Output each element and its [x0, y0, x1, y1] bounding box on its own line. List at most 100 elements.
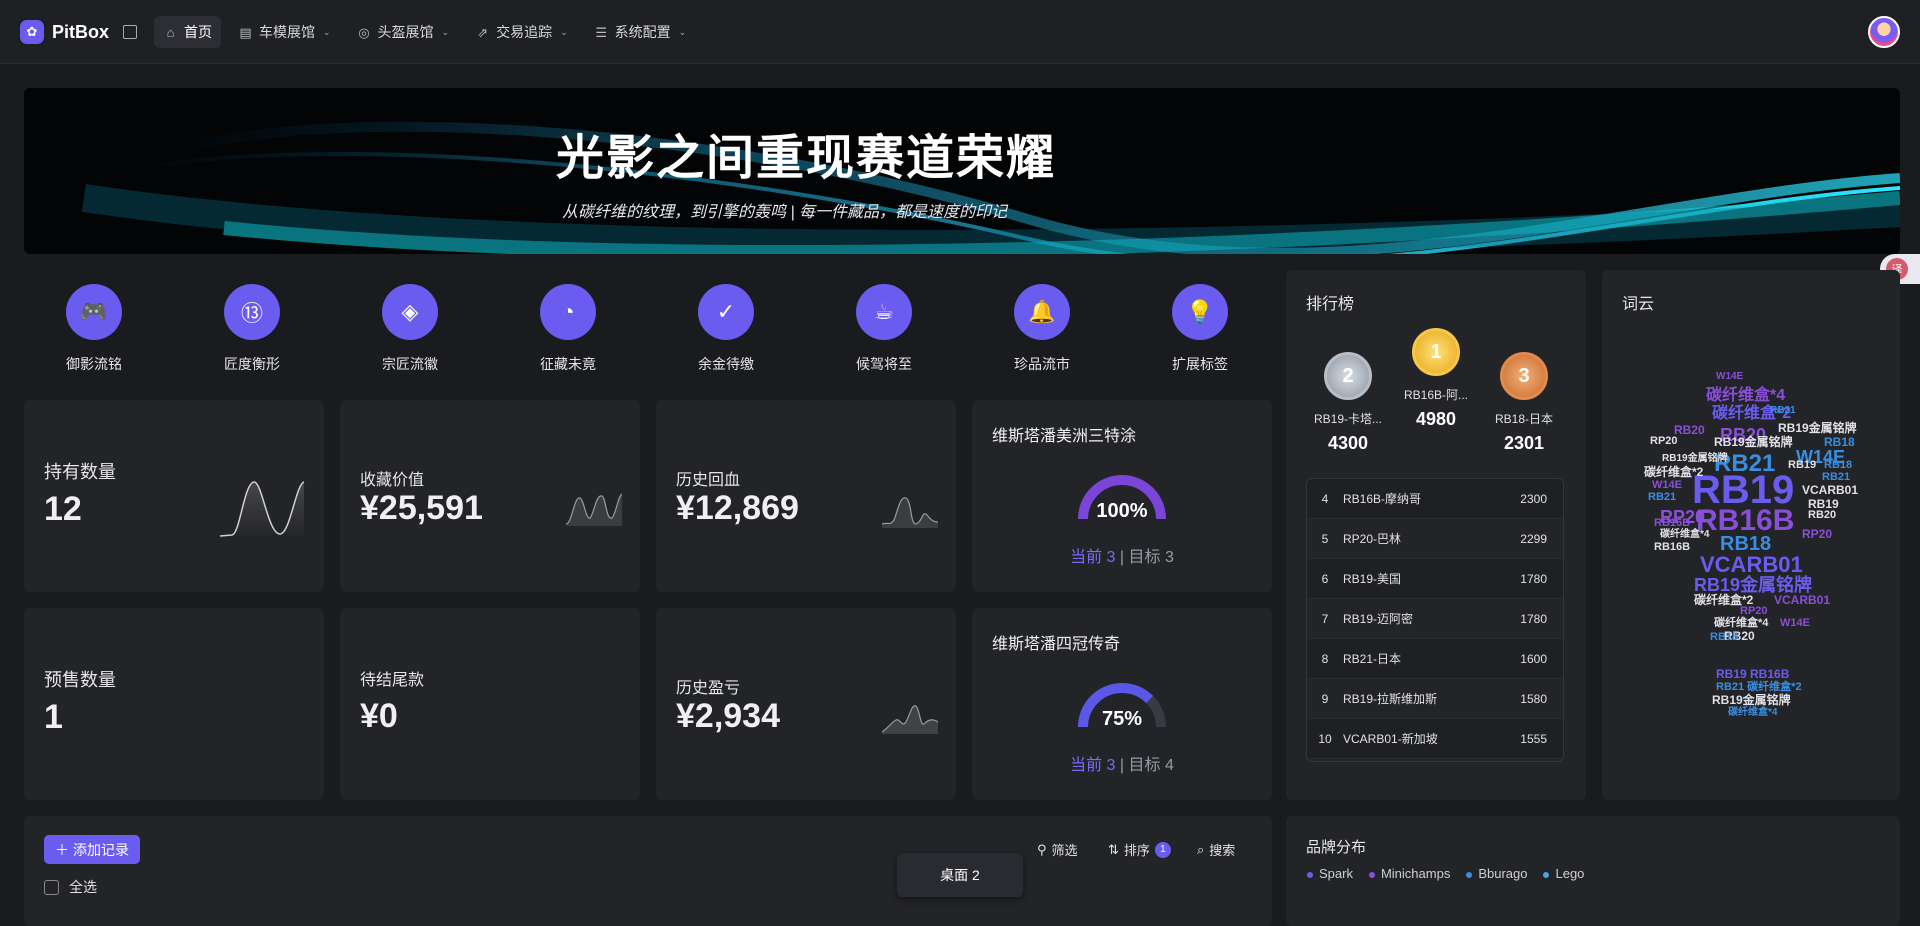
stat-value-card[interactable]: 收藏价值 ¥25,591 [340, 400, 640, 592]
legend-item[interactable]: Spark [1307, 866, 1353, 881]
podium-second[interactable]: 2 RB19-卡塔... 4300 [1300, 352, 1396, 454]
stat-holding-card[interactable]: 持有数量 12 [24, 400, 324, 592]
sparkline [220, 481, 305, 538]
podium-first[interactable]: 1 RB16B-阿... 4980 [1388, 328, 1484, 430]
quick-action-6[interactable]: 🔔 珍品流市 [982, 278, 1102, 374]
word[interactable]: W14E [1716, 372, 1743, 382]
word[interactable]: RP20 [1650, 436, 1678, 447]
word[interactable]: 碳纤维盒*4 [1728, 708, 1777, 718]
select-all-checkbox[interactable] [44, 879, 59, 895]
quick-action-0[interactable]: 🎮 御影流铭 [34, 278, 154, 374]
goal-current: 当前 3 [1070, 549, 1116, 566]
ranking-row[interactable]: 7 RB19-迈阿密 1780 [1307, 599, 1563, 639]
word[interactable]: RB16B [1654, 518, 1690, 529]
nav-item-helmet-gallery[interactable]: ◎ 头盔展馆 ⌄ [348, 16, 459, 48]
word[interactable]: RB18 [1824, 436, 1855, 448]
ranking-row[interactable]: 8 RB21-日本 1600 [1307, 639, 1563, 679]
word[interactable]: RB19金属铭牌 [1778, 422, 1857, 434]
ranking-row[interactable]: 9 RB19-拉斯维加斯 1580 [1307, 679, 1563, 719]
select-all[interactable]: 全选 [44, 877, 97, 897]
server-icon: ☰ [595, 24, 607, 40]
goal-sep: | [1119, 757, 1125, 774]
nav-item-car-gallery[interactable]: ▤ 车模展馆 ⌄ [229, 16, 340, 48]
legend-item[interactable]: Minichamps [1368, 866, 1450, 881]
chevron-down-icon: ⌄ [441, 26, 450, 37]
quick-action-2[interactable]: ◈ 宗匠流徽 [350, 278, 470, 374]
word[interactable]: RB19 [1788, 460, 1816, 471]
word[interactable]: 碳纤维盒*2 [1644, 466, 1703, 478]
word[interactable]: RB21 碳纤维盒*2 [1716, 682, 1802, 693]
word[interactable]: VCARB01 [1774, 594, 1830, 606]
filter-icon: ⚲ [1037, 841, 1047, 857]
ranking-row[interactable]: 4 RB16B-摩纳哥 2300 [1307, 479, 1563, 519]
app-name: PitBox [52, 21, 110, 42]
word[interactable]: RB18 [1824, 460, 1852, 471]
receipt-check-icon: ✓ [698, 284, 754, 340]
word[interactable]: VCARB01 [1802, 484, 1858, 496]
gold-medal-icon: 1 [1412, 328, 1460, 376]
logo-icon: ✿ [20, 20, 44, 44]
avatar[interactable] [1868, 16, 1900, 48]
word[interactable]: VCARB01 [1700, 554, 1803, 576]
legend-dot [1368, 871, 1375, 878]
quick-action-7[interactable]: 💡 扩展标签 [1140, 278, 1260, 374]
word[interactable]: RB18 [1720, 534, 1771, 554]
word[interactable]: RB19 RB16B [1716, 668, 1789, 680]
word[interactable]: RB16B [1696, 506, 1794, 536]
legend-item[interactable]: Lego [1543, 866, 1584, 881]
word[interactable]: RB19金属铭牌 [1662, 454, 1728, 464]
word[interactable]: 碳纤维盒*4 [1660, 530, 1709, 540]
word[interactable]: RB16B [1654, 542, 1690, 553]
stat-value: ¥25,591 [360, 489, 483, 527]
ranking-row[interactable]: 10 VCARB01-新加坡 1555 [1307, 719, 1563, 759]
stat-label: 历史盈亏 [676, 680, 741, 697]
ranking-row[interactable]: 5 RP20-巴林 2299 [1307, 519, 1563, 559]
tag-icon: ◈ [382, 284, 438, 340]
nav-item-system-config[interactable]: ☰ 系统配置 ⌄ [585, 16, 696, 48]
word[interactable]: 碳纤维盒*4 [1714, 618, 1768, 629]
word[interactable]: 碳纤维盒*4 [1706, 388, 1785, 404]
search-button[interactable]: ⌕ 搜索 [1197, 840, 1235, 859]
logo[interactable]: ✿ PitBox [20, 20, 138, 44]
wordcloud-title: 词云 [1622, 296, 1655, 313]
stat-recovered-card[interactable]: 历史回血 ¥12,869 [656, 400, 956, 592]
goal-card-four-titles[interactable]: 维斯塔潘四冠传奇 75% 当前 3 | 目标 4 [972, 608, 1272, 800]
globe-icon: ◎ [358, 24, 370, 40]
word[interactable]: RB19金属铭牌 [1714, 436, 1793, 448]
podium-third[interactable]: 3 RB18-日本 2301 [1476, 352, 1572, 454]
sort-button[interactable]: ⇅ 排序 1 [1108, 840, 1171, 859]
brand-legend: Spark Minichamps Bburago Lego [1307, 866, 1584, 881]
ranking-row[interactable]: 6 RB19-美国 1780 [1307, 559, 1563, 599]
add-record-button[interactable]: ＋添加记录 [44, 835, 140, 864]
word[interactable]: RB18 [1710, 632, 1738, 643]
quick-action-5[interactable]: ☕ 候驾将至 [824, 278, 944, 374]
word[interactable]: RB19金属铭牌 [1694, 576, 1812, 594]
edit-icon[interactable] [123, 25, 138, 39]
goal-target: 目标 4 [1128, 757, 1174, 774]
stat-pnl-card[interactable]: 历史盈亏 ¥2,934 [656, 608, 956, 800]
stat-presale-card[interactable]: 预售数量 1 [24, 608, 324, 800]
quick-action-1[interactable]: ⑬ 匠度衡形 [192, 278, 312, 374]
word[interactable]: RB20 [1808, 510, 1836, 521]
nav-item-home[interactable]: ⌂ 首页 [154, 16, 221, 48]
word[interactable]: RB19金属铭牌 [1712, 694, 1791, 706]
legend-item[interactable]: Bburago [1466, 866, 1527, 881]
quick-action-3[interactable]: ◔ 征藏未竟 [508, 278, 628, 374]
goal-card-americas[interactable]: 维斯塔潘美洲三特涂 100% 当前 3 | 目标 3 [972, 400, 1272, 592]
filter-button[interactable]: ⚲ 筛选 [1037, 840, 1078, 859]
word[interactable]: RP20 [1802, 528, 1832, 540]
word[interactable]: RB20 [1674, 424, 1705, 436]
sort-icon: ⇅ [1108, 841, 1119, 857]
word[interactable]: RB21 [1770, 406, 1796, 416]
word[interactable]: RB21 [1648, 492, 1676, 503]
word[interactable]: RB21 [1822, 472, 1850, 483]
quick-action-4[interactable]: ✓ 余金待缴 [666, 278, 786, 374]
word[interactable]: W14E [1652, 480, 1682, 491]
search-icon: ⌕ [1197, 841, 1205, 857]
nav-item-trade-tracking[interactable]: ⇗ 交易追踪 ⌄ [466, 16, 577, 48]
lightbulb-icon: 💡 [1172, 284, 1228, 340]
stat-label: 待结尾款 [360, 672, 425, 689]
stat-pending-card[interactable]: 待结尾款 ¥0 [340, 608, 640, 800]
word[interactable]: RP20 [1740, 606, 1768, 617]
word[interactable]: W14E [1780, 618, 1810, 629]
